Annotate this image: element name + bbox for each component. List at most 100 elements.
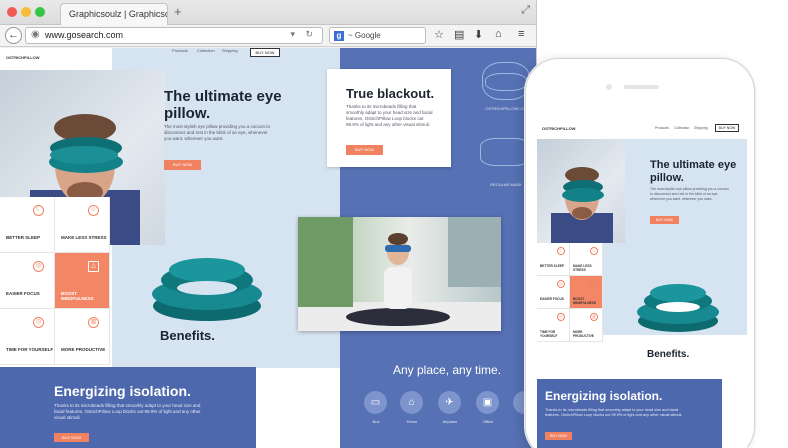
benefit-label: MAKE LESS STRESS [61,235,107,240]
menu-icon[interactable]: ≡ [518,28,524,40]
download-icon[interactable]: ⬇ [474,28,483,41]
benefit-label: BETTER SLEEP [540,264,565,268]
bus-icon: ▭ [364,391,387,414]
anyplace-title: Any place, any time. [393,363,502,377]
focus-icon: ◎ [33,261,44,272]
benefit-label: MORE PRODUCTIVE [573,330,594,338]
google-icon: g [334,31,344,41]
office-icon: ▣ [476,391,499,414]
benefit-easier-focus: ◎ EASIER FOCUS [0,253,55,309]
bookmark-star-icon[interactable]: ☆ [434,28,444,41]
mobile-energizing-buy-button[interactable]: BUY NOW [545,432,572,440]
globe-icon: ◉ [31,29,40,40]
benefit-label: BOOST MINDFULNESS [573,297,597,305]
benefit-time-for-yourself: ◷ TIME FOR YOURSELF [0,309,55,365]
tab-title: Graphicsoulz | Graphicsoulz [69,9,167,19]
url-text[interactable]: www.gosearch.com [45,30,123,40]
mobile-benefits-title: Benefits. [647,349,690,360]
smile-icon: ☺ [590,247,598,255]
mobile-benefit-better-sleep: ☾ BETTER SLEEP [537,243,570,276]
mobile-loop-pillow-image [637,284,719,332]
mobile-nav-buy-button[interactable]: BUY NOW [715,124,739,132]
mobile-nav-products[interactable]: Products [655,126,669,130]
search-placeholder: ~ Google [348,31,381,40]
travel-label-home: Home [406,419,418,424]
nav-link-collection[interactable]: Collection [197,48,215,53]
new-tab-button[interactable]: + [174,4,182,19]
clock-icon: ◷ [33,317,44,328]
fullscreen-icon[interactable]: ⤢ [521,4,530,17]
phone-screen: OSTRICHPILLOW Products Collection Shippi… [537,121,747,448]
hero-buy-button[interactable]: BUY NOW [164,160,201,170]
tab-bar: Graphicsoulz | Graphicsoulz + ⤢ [0,0,536,25]
page-viewport: OSTRICHPILLOW Products Collection Shippi… [0,48,536,448]
regular-mask-outline-icon [480,138,530,166]
sleep-icon: ☾ [33,205,44,216]
benefit-label: TIME FOR YOURSELF [540,330,558,338]
url-bar[interactable]: ◉ www.gosearch.com ▾ ↻ [25,27,323,44]
phone-mockup: OSTRICHPILLOW Products Collection Shippi… [525,58,755,448]
reading-list-icon[interactable]: ▤ [454,28,464,41]
smile-icon: ☺ [88,205,99,216]
mobile-benefit-boost-mindfulness: △ BOOST MINDFULNESS [570,276,603,309]
benefit-label: EASIER FOCUS [6,291,40,296]
mobile-logo[interactable]: OSTRICHPILLOW [542,126,576,131]
back-button[interactable]: ← [5,27,22,44]
benefit-label: TIME FOR YOURSELF [6,347,54,352]
blackout-text: Thanks to its microbeads filling that sm… [346,104,433,127]
mobile-nav: OSTRICHPILLOW Products Collection Shippi… [537,121,747,139]
phone-speaker [624,85,659,89]
loop-pillow-image [152,258,262,321]
airplane-icon: ✈ [438,391,461,414]
benefit-label: EASIER FOCUS [540,297,564,301]
benefit-boost-mindfulness: △ BOOST MINDFULNESS [55,253,110,309]
mobile-benefit-easier-focus: ◎ EASIER FOCUS [537,276,570,309]
benefit-label: MAKE LESS STRESS [573,264,592,272]
benefit-label: MORE PRODUCTIVE [61,347,106,352]
site-logo[interactable]: OSTRICHPILLOW [6,55,40,60]
browser-tab[interactable]: Graphicsoulz | Graphicsoulz [60,3,168,25]
benefits-title: Benefits. [160,328,215,343]
hero-title: The ultimate eye pillow. [164,88,282,122]
benefit-label: BETTER SLEEP [6,235,41,240]
maximize-window-button[interactable] [35,7,45,17]
mobile-hero-title: The ultimate eye pillow. [650,159,737,184]
clock-icon: ◷ [557,313,565,321]
loop-outline-inner [485,73,527,91]
blackout-title: True blackout. [346,86,435,101]
reload-icon[interactable]: ▾ ↻ [290,29,317,40]
mobile-nav-shipping[interactable]: Shipping [694,126,708,130]
nav-buy-button[interactable]: BUY NOW [250,48,280,57]
travel-label-office: Office [482,419,494,424]
phone-camera [606,84,612,90]
browser-window: Graphicsoulz | Graphicsoulz + ⤢ ← ◉ www.… [0,0,537,448]
mobile-benefit-more-productive: ▥ MORE PRODUCTIVE [570,309,603,342]
mobile-hero-buy-button[interactable]: BUY NOW [650,216,679,224]
mobile-benefit-time-for-yourself: ◷ TIME FOR YOURSELF [537,309,570,342]
minimize-window-button[interactable] [21,7,31,17]
home-icon[interactable]: ⌂ [495,28,502,40]
product-label-regular: REGULAR MASK [490,182,522,187]
search-bar[interactable]: g ~ Google [329,27,426,44]
mobile-energizing-title: Energizing isolation. [545,389,663,403]
mobile-nav-collection[interactable]: Collection [674,126,689,130]
nav-link-shipping[interactable]: Shipping [222,48,238,53]
meditation-icon: △ [590,280,598,288]
mobile-hero-image [537,139,625,243]
close-window-button[interactable] [7,7,17,17]
travel-label-airplane: Airplane [442,419,458,424]
home-icon: ⌂ [400,391,423,414]
energizing-buy-button[interactable]: BUY NOW [54,433,89,442]
meditation-photo [298,217,501,331]
benefit-less-stress: ☺ MAKE LESS STRESS [55,197,110,253]
book-icon: ▥ [88,317,99,328]
focus-icon: ◎ [557,280,565,288]
energizing-text: Thanks to its microbeads filling that sm… [54,403,201,420]
book-icon: ▥ [590,313,598,321]
blackout-buy-button[interactable]: BUY NOW [346,145,383,155]
nav-link-products[interactable]: Products [172,48,188,53]
energizing-title: Energizing isolation. [54,383,191,399]
site-nav: OSTRICHPILLOW Products Collection Shippi… [0,48,340,70]
sleep-icon: ☾ [557,247,565,255]
benefit-more-productive: ▥ MORE PRODUCTIVE [55,309,110,365]
